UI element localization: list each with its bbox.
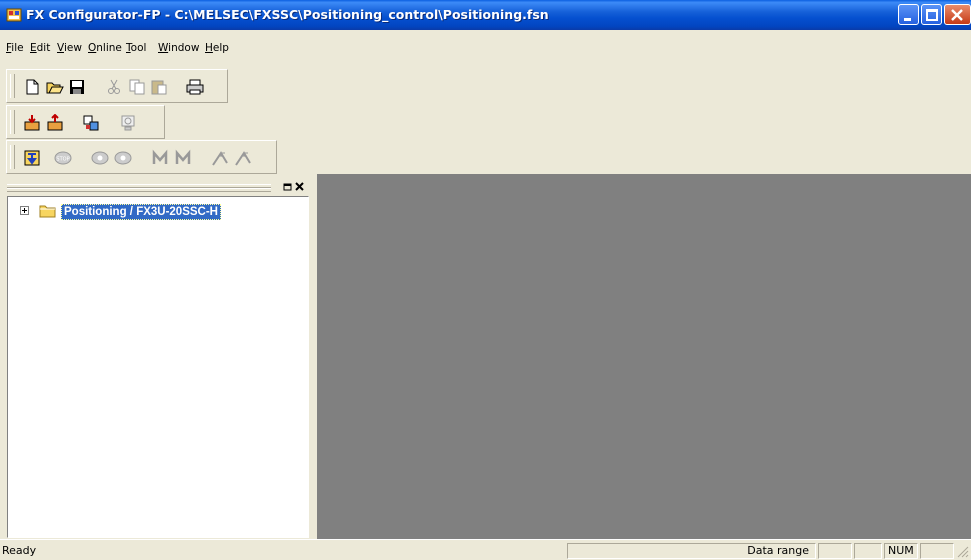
test-icon[interactable] [23,149,41,167]
minimize-icon [904,18,911,21]
minimize-button[interactable] [898,4,919,25]
jog-forward-icon[interactable] [91,149,109,167]
menu-tool[interactable]: Tool [126,42,146,54]
menu-edit[interactable]: Edit [30,42,50,54]
menu-view[interactable]: View [57,42,82,54]
save-icon[interactable] [68,78,86,96]
restore-pane-icon[interactable] [283,182,293,192]
menu-file[interactable]: File [6,42,24,54]
project-tree[interactable]: Positioning / FX3U-20SSC-H [7,196,309,538]
zero-return-2-icon[interactable] [234,149,252,167]
expand-icon[interactable] [20,206,29,215]
menu-help[interactable]: Help [205,42,229,54]
print-icon[interactable] [186,78,204,96]
folder-icon [39,205,56,218]
status-ready: Ready [2,544,37,557]
write-to-plc-icon[interactable] [46,114,64,132]
close-icon [951,9,963,21]
toolbar-grip[interactable] [10,110,15,134]
menu-window[interactable]: Window [158,42,199,54]
toolbar-grip[interactable] [10,145,15,169]
status-panel-blank-2 [854,543,882,559]
status-panel-num: NUM [884,543,918,559]
close-button[interactable] [944,4,971,25]
menu-online[interactable]: Online [88,42,122,54]
title-bar[interactable]: FX Configurator-FP - C:\MELSEC\FXSSC\Pos… [0,0,971,30]
window-title: FX Configurator-FP - C:\MELSEC\FXSSC\Pos… [26,7,549,22]
toolbar-grip[interactable] [10,74,15,98]
read-from-plc-icon[interactable] [23,114,41,132]
maximize-button[interactable] [921,4,942,25]
svg-text:STOP: STOP [56,157,69,163]
open-folder-icon[interactable] [46,78,64,96]
status-panel-blank-1 [818,543,852,559]
status-panel-data-range: Data range [567,543,816,559]
status-bar: Ready Data range NUM [0,539,971,560]
standard-toolbar [6,69,228,103]
maximize-icon [926,9,938,21]
app-icon[interactable] [6,7,22,23]
copy-icon[interactable] [128,78,146,96]
pane-splitter[interactable] [309,174,317,539]
test-toolbar: STOP [6,140,277,174]
verify-icon[interactable] [82,114,100,132]
mdi-workspace[interactable] [317,174,971,539]
zero-return-icon[interactable] [211,149,229,167]
resize-grip-icon[interactable] [956,545,969,558]
new-file-icon[interactable] [23,78,41,96]
tree-pane-header[interactable] [7,180,309,194]
status-num: NUM [888,544,914,557]
menu-bar: File Edit View Online Tool Window Help [0,42,971,60]
status-data-range: Data range [747,544,809,557]
paste-icon[interactable] [150,78,168,96]
tree-root-node[interactable]: Positioning / FX3U-20SSC-H [61,204,221,220]
jog-reverse-icon[interactable] [114,149,132,167]
stop-icon[interactable]: STOP [54,149,72,167]
cut-icon[interactable] [105,78,123,96]
monitor-icon[interactable] [119,114,137,132]
close-pane-icon[interactable] [295,182,305,192]
manual-pulse-2-icon[interactable] [174,149,192,167]
status-panel-blank-3 [920,543,954,559]
online-toolbar [6,105,165,139]
manual-pulse-icon[interactable] [151,149,169,167]
